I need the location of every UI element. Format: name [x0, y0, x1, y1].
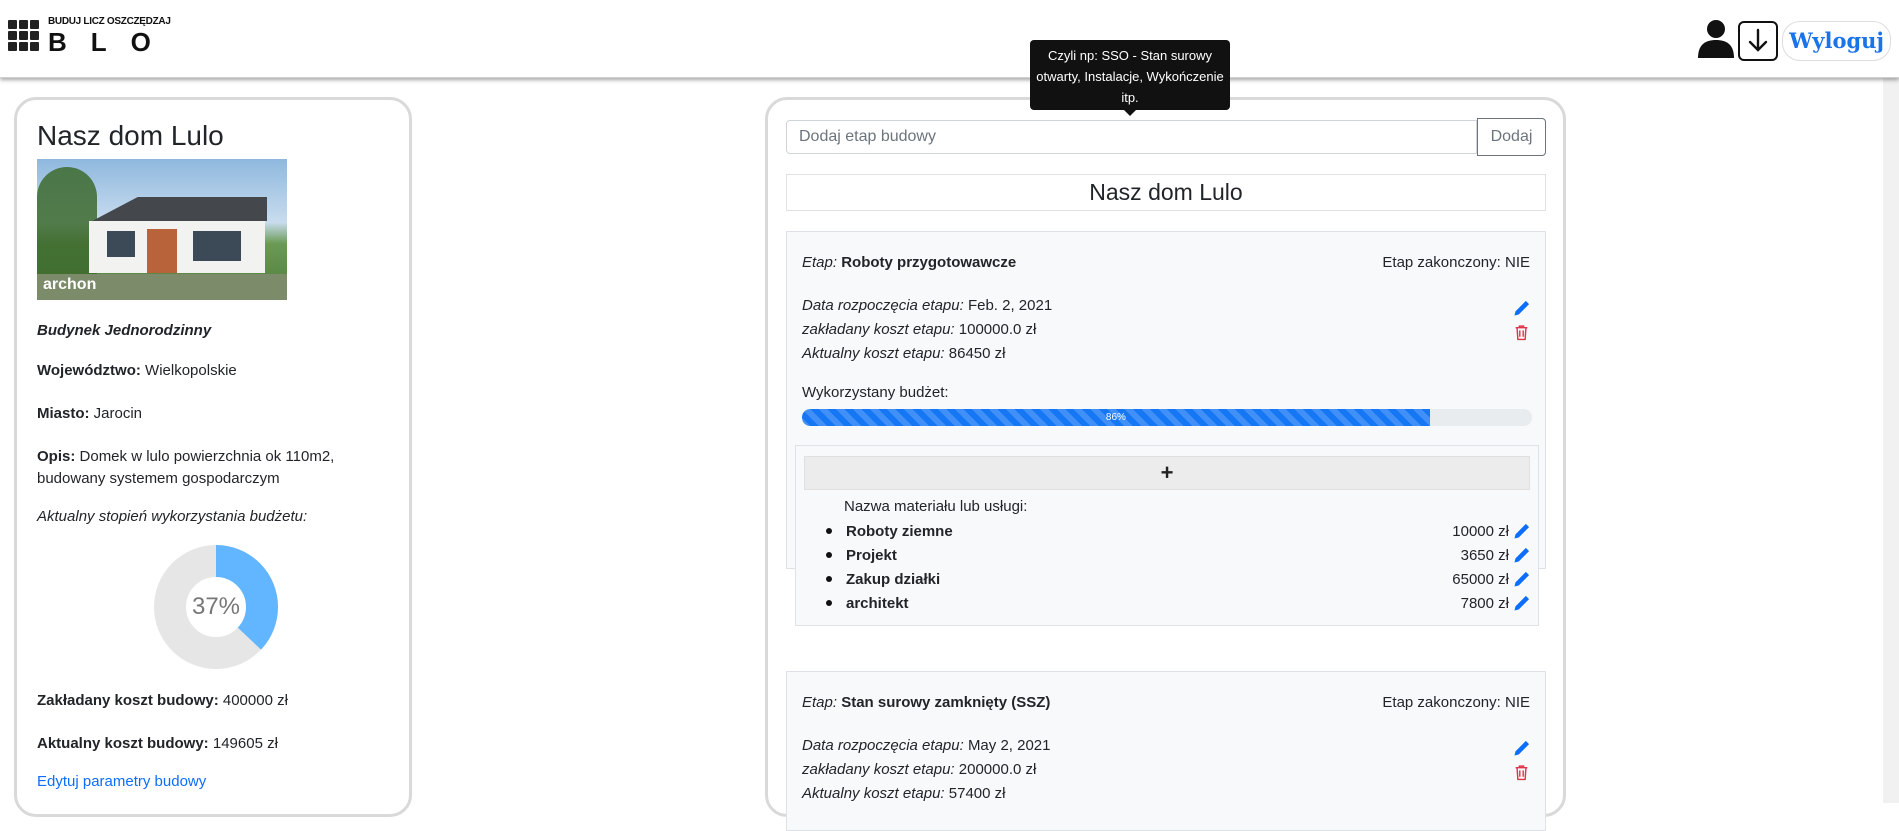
budget-used-label: Wykorzystany budżet:: [802, 384, 949, 401]
project-image: archon: [37, 159, 287, 300]
stage-actual-cost: Aktualny koszt etapu: 57400 zł: [802, 785, 1006, 802]
budget-progress: 86%: [802, 409, 1532, 426]
material-price: 65000 zł: [1452, 570, 1509, 588]
material-price: 3650 zł: [1460, 546, 1509, 564]
voivodeship-value: Wielkopolskie: [145, 362, 237, 379]
material-name: Projekt: [826, 547, 897, 564]
material-name: Roboty ziemne: [826, 523, 953, 540]
voivodeship-row: Województwo: Wielkopolskie: [37, 362, 237, 379]
material-item: architekt 7800 zł: [804, 591, 1530, 615]
stage-planned-cost: zakładany koszt etapu: 100000.0 zł: [802, 321, 1037, 338]
delete-stage-trash-icon[interactable]: [1513, 320, 1530, 344]
city-value: Jarocin: [93, 405, 143, 422]
stages-card: Dodaj etap budowy Dodaj Nasz dom Lulo Et…: [765, 97, 1566, 831]
actual-cost-value: 149605 zł: [212, 735, 278, 752]
add-stage-button[interactable]: Dodaj: [1477, 118, 1546, 156]
image-brand: archon: [43, 276, 97, 293]
material-item: Roboty ziemne 10000 zł: [804, 519, 1530, 543]
edit-material-pencil-icon[interactable]: [1513, 523, 1530, 540]
stages-title: Nasz dom Lulo: [786, 174, 1546, 211]
edit-material-pencil-icon[interactable]: [1513, 571, 1530, 588]
logo-tagline: BUDUJ LICZ OSZCZĘDZAJ: [48, 16, 171, 27]
description-row: Opis: Domek w lulo powierzchnia ok 110m2…: [37, 448, 335, 487]
budget-usage-label: Aktualny stopień wykorzystania budżetu:: [37, 508, 308, 525]
scrollbar[interactable]: [1883, 78, 1899, 803]
budget-donut-chart: 37%: [154, 545, 278, 669]
stage-actual-cost: Aktualny koszt etapu: 86450 zł: [802, 345, 1006, 362]
material-price: 10000 zł: [1452, 522, 1509, 540]
add-stage-input[interactable]: Dodaj etap budowy: [786, 120, 1477, 154]
city-row: Miasto: Jarocin: [37, 405, 143, 422]
stage-finished: Etap zakonczony: NIE: [1382, 693, 1530, 711]
description-value: Domek w lulo powierzchnia ok 110m2, budo…: [37, 448, 335, 487]
add-stage-tooltip: Czyli np: SSO - Stan surowy otwarty, Ins…: [1030, 40, 1230, 116]
budget-progress-bar: 86%: [802, 409, 1430, 426]
material-name: Zakup działki: [826, 571, 940, 588]
project-type: Budynek Jednorodzinny: [37, 322, 212, 339]
edit-stage-pencil-icon[interactable]: [1513, 296, 1530, 320]
logo-grid-icon: [8, 20, 39, 51]
stage-name: Etap: Roboty przygotowawcze: [802, 253, 1017, 271]
add-stage-form: Dodaj etap budowy Dodaj: [786, 118, 1546, 156]
actual-cost-row: Aktualny koszt budowy: 149605 zł: [37, 735, 278, 752]
materials-header: Nazwa materiału lub usługi:: [844, 498, 1028, 515]
edit-material-pencil-icon[interactable]: [1513, 547, 1530, 564]
project-summary-card: Nasz dom Lulo archon Budynek Jednorodzin…: [14, 97, 412, 817]
edit-stage-pencil-icon[interactable]: [1513, 736, 1530, 760]
stage-finished: Etap zakonczony: NIE: [1382, 253, 1530, 271]
planned-cost-value: 400000 zł: [222, 692, 288, 709]
delete-stage-trash-icon[interactable]: [1513, 760, 1530, 784]
planned-cost-row: Zakładany koszt budowy: 400000 zł: [37, 692, 288, 709]
stage-name: Etap: Stan surowy zamknięty (SSZ): [802, 693, 1051, 711]
material-item: Zakup działki 65000 zł: [804, 567, 1530, 591]
materials-panel: + Nazwa materiału lub usługi: Roboty zie…: [795, 445, 1539, 626]
stage-start-date: Data rozpoczęcia etapu: Feb. 2, 2021: [802, 297, 1053, 314]
user-icon[interactable]: [1696, 18, 1736, 63]
logo[interactable]: BUDUJ LICZ OSZCZĘDZAJ BLO: [8, 16, 175, 55]
edit-material-pencil-icon[interactable]: [1513, 595, 1530, 612]
stage-card: Etap: Roboty przygotowawcze Etap zakoncz…: [786, 231, 1546, 626]
materials-list: Roboty ziemne 10000 zł Projekt 3650 zł Zakup…: [804, 519, 1530, 615]
material-item: Projekt 3650 zł: [804, 543, 1530, 567]
donut-percent-label: 37%: [191, 593, 241, 620]
download-icon[interactable]: [1738, 20, 1779, 61]
material-price: 7800 zł: [1460, 594, 1509, 612]
material-name: architekt: [826, 595, 909, 612]
stage-start-date: Data rozpoczęcia etapu: May 2, 2021: [802, 737, 1051, 754]
navbar: BUDUJ LICZ OSZCZĘDZAJ BLO Wyloguj: [0, 0, 1899, 78]
logout-button[interactable]: Wyloguj: [1782, 20, 1891, 61]
stage-card: Etap: Stan surowy zamknięty (SSZ) Etap z…: [786, 671, 1546, 831]
stage-planned-cost: zakładany koszt etapu: 200000.0 zł: [802, 761, 1037, 778]
add-material-plus-icon[interactable]: +: [804, 456, 1530, 490]
edit-project-link[interactable]: Edytuj parametry budowy: [37, 773, 393, 790]
project-name: Nasz dom Lulo: [37, 120, 224, 151]
logo-text: BLO: [48, 27, 175, 57]
